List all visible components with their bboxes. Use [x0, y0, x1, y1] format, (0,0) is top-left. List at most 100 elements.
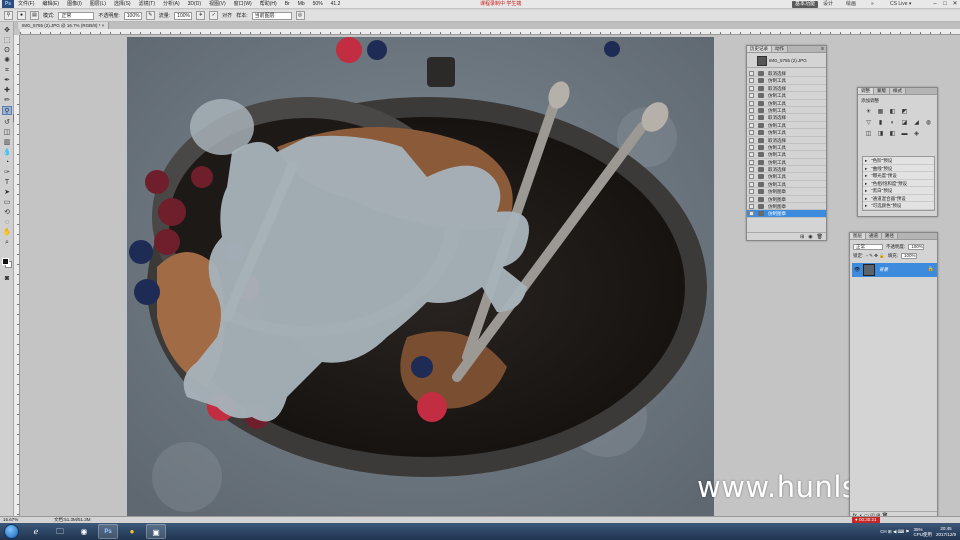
new-document-from-state-icon[interactable]: ⊞: [800, 233, 804, 240]
aligned-checkbox[interactable]: ✓: [209, 11, 219, 20]
history-brush-source-checkbox[interactable]: [749, 115, 754, 121]
history-state[interactable]: 仿制工具: [747, 144, 826, 152]
workspace-painting[interactable]: 绘画: [843, 1, 859, 8]
tab-actions[interactable]: 动作: [772, 46, 788, 52]
bridge-button[interactable]: Br: [281, 0, 294, 9]
maximize-icon[interactable]: □: [940, 0, 950, 9]
clone-stamp-tool-icon[interactable]: ⚲: [4, 11, 13, 20]
minimize-icon[interactable]: –: [930, 0, 940, 9]
foreground-color-swatch[interactable]: [2, 258, 9, 265]
adjustment-icon[interactable]: ◧: [888, 130, 897, 139]
eraser-tool-icon[interactable]: ◫: [2, 128, 12, 137]
delete-state-icon[interactable]: 🗑: [817, 233, 823, 240]
preset-item[interactable]: "可选颜色"预设: [863, 202, 934, 210]
quick-select-tool-icon[interactable]: ✺: [2, 56, 12, 65]
document-tab[interactable]: IMG_5755 (2).JPG @ 16.7% (RGB/8) * ×: [18, 22, 110, 29]
history-brush-source-checkbox[interactable]: [749, 196, 754, 202]
history-state[interactable]: 仿制工具: [747, 122, 826, 130]
brightness-icon[interactable]: ☀: [864, 108, 873, 117]
close-icon[interactable]: ✕: [950, 0, 960, 9]
history-state[interactable]: 取消选择: [747, 85, 826, 93]
preset-item[interactable]: "通道混合器"预设: [863, 195, 934, 202]
lock-icons[interactable]: ▫ ✎ ✥ 🔒: [866, 253, 885, 259]
path-select-tool-icon[interactable]: ➤: [2, 188, 12, 197]
menu-help[interactable]: 帮助(H): [256, 0, 281, 9]
history-state[interactable]: 取消选择: [747, 137, 826, 144]
taskbar-recorder-icon[interactable]: ●: [122, 524, 142, 539]
history-brush-source-checkbox[interactable]: [749, 85, 754, 91]
clone-stamp-tool-icon[interactable]: ⚲: [2, 106, 12, 115]
history-brush-source-checkbox[interactable]: [749, 122, 754, 128]
clock[interactable]: 20:45 2017/12/9: [936, 526, 956, 537]
menu-select[interactable]: 选择(S): [110, 0, 135, 9]
cs-live-menu[interactable]: CS Live ▾: [890, 0, 911, 9]
quick-mask-icon[interactable]: ◙: [2, 274, 12, 283]
history-brush-source-checkbox[interactable]: [749, 107, 754, 113]
clone-source-panel-icon[interactable]: ▤: [30, 11, 39, 20]
blend-mode-select[interactable]: 正常: [853, 243, 883, 250]
adjustment-icon[interactable]: ▮: [876, 119, 885, 128]
brush-tool-icon[interactable]: ✏: [2, 96, 12, 105]
taskbar-ie-icon[interactable]: ℯ: [26, 524, 46, 539]
adjustment-icon[interactable]: ▽: [864, 119, 873, 128]
history-brush-source-checkbox[interactable]: [749, 144, 754, 150]
tab-adjustments[interactable]: 调整: [858, 88, 874, 94]
history-brush-source-checkbox[interactable]: [749, 71, 754, 76]
curves-icon[interactable]: ◧: [888, 108, 897, 117]
history-state[interactable]: 仿制工具: [747, 151, 826, 159]
ignore-adjustment-icon[interactable]: ◎: [295, 11, 305, 20]
vertical-ruler[interactable]: [14, 35, 20, 516]
tab-styles[interactable]: 样式: [890, 88, 906, 94]
tray-icons[interactable]: CH ⊞ ◀ ⌨ ⚑: [880, 529, 909, 535]
layer-opacity-field[interactable]: 100%: [908, 243, 925, 250]
taskbar-window-icon[interactable]: ▣: [146, 524, 166, 539]
history-state[interactable]: 取消选择: [747, 114, 826, 122]
new-snapshot-icon[interactable]: ◉: [808, 233, 812, 240]
history-snapshot[interactable]: IMG_5755 (2).JPG: [747, 54, 826, 68]
history-brush-tool-icon[interactable]: ↺: [2, 118, 12, 127]
history-brush-source-checkbox[interactable]: [749, 159, 754, 165]
3d-rotate-tool-icon[interactable]: ⟲: [2, 208, 12, 217]
dodge-tool-icon[interactable]: ◔: [2, 158, 12, 167]
airbrush-icon[interactable]: ✈: [196, 11, 206, 20]
adjustment-icon[interactable]: ◫: [864, 130, 873, 139]
tab-paths[interactable]: 路径: [882, 233, 898, 239]
workspace-essentials[interactable]: 基本功能: [792, 1, 819, 8]
marquee-tool-icon[interactable]: ⬚: [2, 36, 12, 45]
tab-channels[interactable]: 通道: [866, 233, 882, 239]
exposure-icon[interactable]: ◩: [900, 108, 909, 117]
mode-select[interactable]: 正常: [58, 11, 95, 20]
gradient-tool-icon[interactable]: ▥: [2, 138, 12, 147]
menu-analysis[interactable]: 分析(A): [159, 0, 184, 9]
zoom-tool-icon[interactable]: ⌕: [2, 238, 12, 247]
shape-tool-icon[interactable]: ▭: [2, 198, 12, 207]
levels-icon[interactable]: ▦: [876, 108, 885, 117]
eye-icon[interactable]: 👁: [854, 267, 860, 273]
adjustment-icon[interactable]: ◈: [912, 130, 921, 139]
3d-orbit-tool-icon[interactable]: ◌: [2, 218, 12, 227]
taskbar-photoshop-icon[interactable]: Ps: [98, 524, 118, 539]
preset-item[interactable]: "曲线"预设: [863, 165, 934, 172]
history-state[interactable]: 取消选择: [747, 70, 826, 78]
history-state[interactable]: 仿制图章: [747, 210, 826, 218]
preset-item[interactable]: "色相/饱和度"预设: [863, 180, 934, 187]
fill-field[interactable]: 100%: [901, 252, 918, 259]
taskbar-folder-icon[interactable]: 🗀: [50, 524, 70, 539]
history-state[interactable]: 仿制工具: [747, 173, 826, 181]
move-tool-icon[interactable]: ✥: [2, 26, 12, 35]
tab-masks[interactable]: 蒙版: [874, 88, 890, 94]
history-brush-source-checkbox[interactable]: [749, 181, 754, 187]
crop-tool-icon[interactable]: ⌗: [2, 66, 12, 75]
history-state[interactable]: 仿制工具: [747, 129, 826, 137]
rotate-value[interactable]: 41.2: [327, 0, 345, 9]
adjustment-icon[interactable]: ◐: [888, 119, 897, 128]
tab-history[interactable]: 历史记录: [747, 46, 772, 52]
history-brush-source-checkbox[interactable]: [749, 174, 754, 180]
taskbar-chrome-icon[interactable]: ◉: [74, 524, 94, 539]
history-brush-source-checkbox[interactable]: [749, 137, 754, 143]
sample-select[interactable]: 当前图层: [251, 11, 292, 20]
preset-item[interactable]: "黑白"预设: [863, 187, 934, 195]
menu-layer[interactable]: 图层(L): [86, 0, 110, 9]
workspace-design[interactable]: 设计: [820, 1, 836, 8]
history-brush-source-checkbox[interactable]: [749, 130, 754, 136]
